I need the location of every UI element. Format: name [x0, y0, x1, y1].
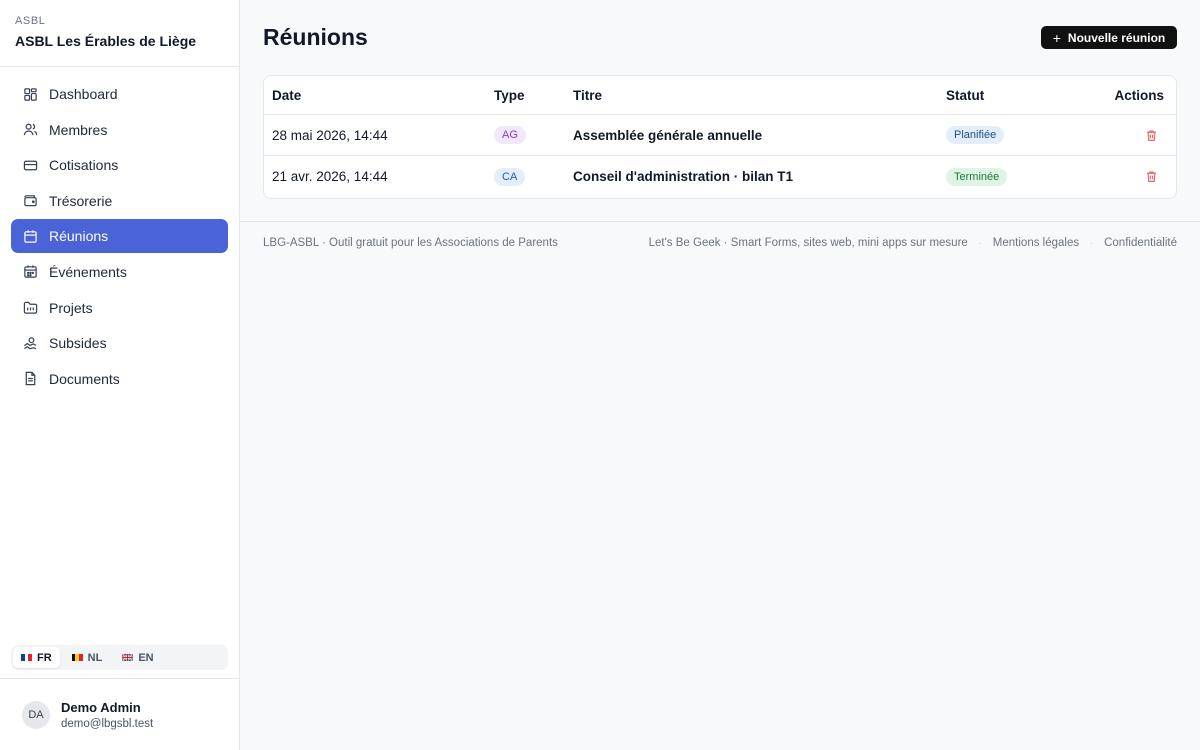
sidebar-item-label: Membres — [49, 121, 108, 138]
user-profile[interactable]: DA Demo Admin demo@lbgsbl.test — [0, 678, 239, 750]
footer-tagline: LBG-ASBL · Outil gratuit pour les Associ… — [263, 237, 558, 249]
footer-legal-link[interactable]: Mentions légales — [993, 237, 1079, 249]
trash-icon[interactable] — [1145, 129, 1158, 142]
sidebar-nav: Dashboard Membres Cotisations Trésorerie… — [0, 67, 239, 396]
hand-coins-icon — [23, 336, 38, 351]
sidebar-item-subsides[interactable]: Subsides — [11, 326, 228, 360]
document-icon — [23, 371, 38, 386]
user-email: demo@lbgsbl.test — [61, 717, 154, 730]
sidebar-item-label: Trésorerie — [49, 192, 113, 209]
meeting-title[interactable]: Conseil d'administration · bilan T1 — [573, 156, 793, 197]
sidebar-item-projets[interactable]: Projets — [11, 291, 228, 325]
uk-flag-icon — [122, 654, 134, 661]
sidebar: ASBL ASBL Les Érables de Liège Dashboard… — [0, 0, 240, 750]
sidebar-item-tresorerie[interactable]: Trésorerie — [11, 184, 228, 218]
table-row[interactable]: 28 mai 2026, 14:44 AG Assemblée générale… — [264, 115, 1176, 156]
type-badge: AG — [494, 126, 526, 144]
sidebar-item-reunions[interactable]: Réunions — [11, 219, 228, 254]
france-flag-icon — [21, 654, 33, 661]
credit-card-icon — [23, 158, 38, 173]
sidebar-item-label: Cotisations — [49, 157, 119, 174]
wallet-icon — [23, 193, 38, 208]
dashboard-icon — [23, 87, 38, 102]
org-name: ASBL Les Érables de Liège — [15, 33, 197, 49]
calendar-days-icon — [23, 264, 38, 279]
column-header-title[interactable]: Titre — [573, 76, 602, 114]
status-badge: Terminée — [946, 167, 1008, 186]
column-header-date[interactable]: Date — [272, 76, 301, 114]
lang-label: NL — [87, 651, 103, 664]
lang-label: EN — [138, 651, 154, 664]
column-header-actions: Actions — [1114, 87, 1164, 103]
footer-privacy-link[interactable]: Confidentialité — [1104, 237, 1177, 249]
type-badge: CA — [494, 167, 526, 186]
status-badge: Planifiée — [946, 126, 1005, 144]
footer-links: Let's Be Geek · Smart Forms, sites web, … — [649, 237, 1177, 249]
meeting-status: Terminée — [946, 156, 1008, 197]
column-header-status[interactable]: Statut — [946, 76, 984, 114]
footer-divider — [240, 221, 1200, 222]
column-header-type[interactable]: Type — [494, 76, 525, 114]
sidebar-item-label: Dashboard — [49, 86, 118, 102]
language-switcher: FR NL EN — [11, 645, 228, 670]
sidebar-item-label: Subsides — [49, 335, 107, 352]
page-title: Réunions — [263, 24, 368, 50]
sidebar-item-cotisations[interactable]: Cotisations — [11, 148, 228, 182]
meeting-actions — [1145, 156, 1164, 197]
meeting-date: 28 mai 2026, 14:44 — [272, 127, 388, 143]
meeting-date: 21 avr. 2026, 14:44 — [272, 169, 388, 184]
meeting-actions — [1145, 115, 1164, 155]
sidebar-item-label: Événements — [49, 263, 127, 280]
meetings-table: Date Type Titre Statut Actions 28 mai 20… — [263, 75, 1177, 199]
sidebar-item-label: Documents — [49, 370, 120, 387]
footer-credit-link[interactable]: Let's Be Geek · Smart Forms, sites web, … — [649, 237, 968, 249]
org-header: ASBL ASBL Les Érables de Liège — [0, 0, 239, 67]
org-kind: ASBL — [15, 15, 46, 27]
sidebar-item-label: Projets — [49, 299, 93, 316]
meeting-status: Planifiée — [946, 115, 1005, 155]
new-meeting-label: Nouvelle réunion — [1067, 30, 1166, 45]
sidebar-item-documents[interactable]: Documents — [11, 362, 228, 396]
users-icon — [23, 122, 38, 137]
plus-icon: + — [1052, 29, 1061, 46]
table-row[interactable]: 21 avr. 2026, 14:44 CA Conseil d'adminis… — [264, 156, 1176, 197]
lang-nl-button[interactable]: NL — [64, 647, 111, 668]
new-meeting-button[interactable]: + Nouvelle réunion — [1041, 26, 1177, 49]
user-name: Demo Admin — [61, 699, 141, 715]
lang-fr-button[interactable]: FR — [13, 647, 60, 668]
avatar: DA — [22, 700, 50, 729]
sidebar-item-membres[interactable]: Membres — [11, 113, 228, 147]
lang-en-button[interactable]: EN — [114, 647, 161, 668]
meeting-type: AG — [494, 115, 526, 155]
footer-separator: · — [978, 238, 982, 248]
calendar-icon — [23, 229, 38, 244]
sidebar-item-evenements[interactable]: Événements — [11, 255, 228, 289]
table-header: Date Type Titre Statut Actions — [264, 76, 1176, 115]
belgium-flag-icon — [71, 654, 83, 661]
meeting-type: CA — [494, 156, 526, 197]
footer-separator: · — [1090, 238, 1094, 248]
meeting-title[interactable]: Assemblée générale annuelle — [573, 115, 762, 155]
folder-icon — [23, 300, 38, 315]
sidebar-item-label: Réunions — [49, 228, 109, 245]
trash-icon[interactable] — [1145, 170, 1158, 183]
sidebar-item-dashboard[interactable]: Dashboard — [11, 77, 228, 111]
lang-label: FR — [37, 651, 52, 664]
